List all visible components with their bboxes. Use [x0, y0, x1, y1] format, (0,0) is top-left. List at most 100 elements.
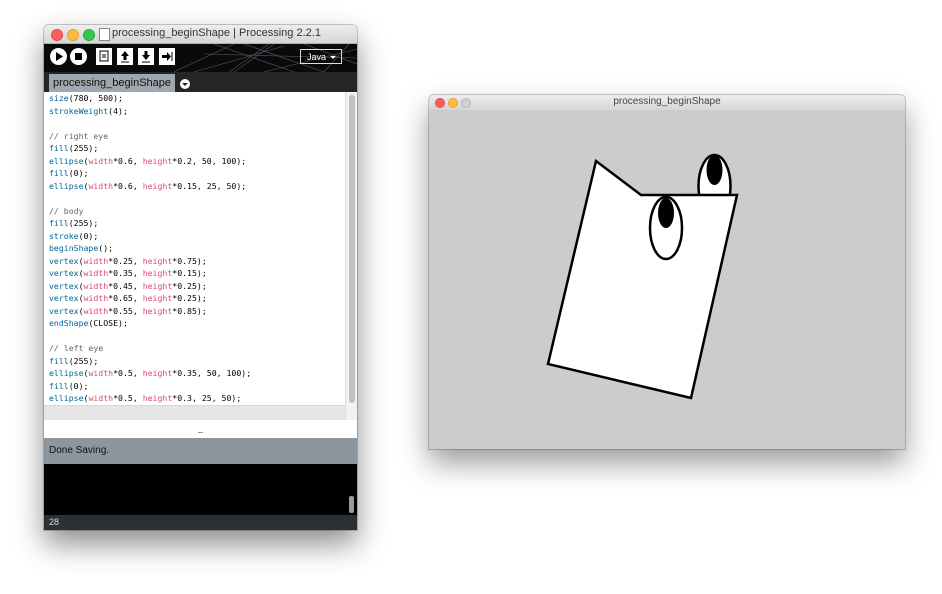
code-token: (780, 500);: [68, 93, 123, 103]
code-horizontal-scrollbar[interactable]: [44, 405, 345, 421]
code-token: fill: [49, 168, 69, 178]
code-token: *0.25);: [172, 280, 207, 291]
code-line: vertex(width*0.25, height*0.75);: [44, 255, 345, 268]
left-eye-pupil: [658, 198, 674, 228]
open-button[interactable]: [117, 48, 133, 65]
code-token: vertex: [49, 305, 79, 316]
code-line: vertex(width*0.45, height*0.25);: [44, 280, 345, 293]
editor-window: processing_beginShape | Processing 2.2.1: [44, 25, 357, 530]
code-token: *0.55,: [108, 305, 143, 316]
code-token: endShape: [49, 318, 89, 328]
code-line: endShape(CLOSE);: [44, 317, 345, 330]
code-token: ellipse: [49, 393, 84, 403]
sketch-canvas: [429, 110, 905, 449]
code-token: (0);: [68, 168, 89, 178]
code-token: fill: [49, 380, 69, 391]
code-token: size: [49, 93, 69, 103]
run-icon: [56, 52, 63, 61]
code-token: width: [83, 305, 109, 316]
code-token: vertex: [49, 280, 79, 291]
code-scrollbar-thumb[interactable]: [349, 95, 355, 403]
code-token: ellipse: [49, 180, 84, 191]
code-token: width: [88, 368, 114, 378]
code-token: (255);: [68, 218, 99, 228]
new-icon: [99, 50, 109, 62]
code-token: // left eye: [49, 343, 104, 353]
code-token: beginShape: [49, 243, 99, 253]
minimize-window-button[interactable]: [67, 29, 79, 41]
code-line: fill(255);: [44, 355, 345, 368]
code-token: vertex: [49, 293, 79, 303]
code-token: (0);: [78, 230, 99, 241]
code-token: width: [88, 393, 114, 403]
code-line: ellipse(width*0.5, height*0.3, 25, 50);: [44, 392, 345, 405]
code-token: height: [142, 280, 173, 291]
code-token: height: [142, 293, 173, 303]
sketch-window-title: processing_beginShape: [613, 96, 721, 107]
run-button[interactable]: [50, 48, 67, 65]
code-token: width: [88, 155, 114, 166]
zoom-window-button[interactable]: [83, 29, 95, 41]
code-token: *0.25);: [172, 293, 207, 303]
code-token: height: [142, 393, 173, 403]
code-token: *0.3, 25, 50);: [172, 393, 242, 403]
code-token: (255);: [68, 355, 99, 366]
code-line: strokeWeight(4);: [44, 105, 345, 118]
code-line: fill(255);: [44, 217, 345, 230]
code-line: // right eye: [44, 130, 345, 143]
code-token: (255);: [68, 143, 99, 153]
code-token: ellipse: [49, 155, 84, 166]
new-button[interactable]: [96, 48, 112, 65]
code-token: width: [83, 293, 109, 303]
code-token: height: [142, 255, 173, 266]
save-icon: [142, 51, 150, 63]
code-token: stroke: [49, 230, 79, 241]
console-area[interactable]: [44, 464, 357, 515]
code-token: height: [142, 180, 173, 191]
code-line: size(780, 500);: [44, 92, 345, 105]
code-token: ellipse: [49, 368, 84, 378]
code-token: *0.15, 25, 50);: [172, 180, 247, 191]
code-token: *0.6,: [113, 155, 143, 166]
code-scrollbar[interactable]: [345, 92, 357, 420]
mode-label: Java: [307, 52, 327, 62]
code-token: *0.75);: [172, 255, 207, 266]
code-line: // left eye: [44, 342, 345, 355]
code-token: (CLOSE);: [88, 318, 128, 328]
tab-processing-beginshape[interactable]: processing_beginShape: [49, 74, 175, 92]
code-token: // body: [49, 205, 84, 216]
code-line: fill(0);: [44, 380, 345, 393]
status-bar: Done Saving.: [44, 438, 357, 464]
console-scrollbar-thumb[interactable]: [349, 496, 354, 513]
code-token: (0);: [68, 380, 89, 391]
save-button[interactable]: [138, 48, 154, 65]
mode-selector[interactable]: Java: [300, 49, 342, 64]
resize-grip-icon[interactable]: [198, 432, 203, 436]
code-line: fill(255);: [44, 142, 345, 155]
code-editor[interactable]: size(780, 500); strokeWeight(4); // right…: [44, 92, 345, 405]
export-icon: [162, 52, 173, 61]
sketch-titlebar: processing_beginShape: [429, 95, 905, 111]
code-token: vertex: [49, 255, 79, 266]
tab-menu-button[interactable]: [180, 79, 190, 89]
close-window-button[interactable]: [51, 29, 63, 41]
document-icon: [99, 28, 110, 41]
export-button[interactable]: [159, 48, 175, 65]
code-line: ellipse(width*0.6, height*0.2, 50, 100);: [44, 155, 345, 168]
code-token: vertex: [49, 268, 79, 278]
stop-button[interactable]: [70, 48, 87, 65]
code-token: *0.35, 50, 100);: [172, 368, 252, 378]
code-token: strokeWeight: [49, 105, 109, 116]
code-token: *0.65,: [108, 293, 143, 303]
code-line: stroke(0);: [44, 230, 345, 243]
code-token: *0.25,: [108, 255, 143, 266]
code-token: *0.85);: [172, 305, 207, 316]
editor-window-title: processing_beginShape | Processing 2.2.1: [112, 27, 321, 39]
chevron-down-icon: [330, 56, 336, 59]
code-line: ellipse(width*0.6, height*0.15, 25, 50);: [44, 180, 345, 193]
code-token: height: [142, 305, 173, 316]
code-line: fill(0);: [44, 167, 345, 180]
